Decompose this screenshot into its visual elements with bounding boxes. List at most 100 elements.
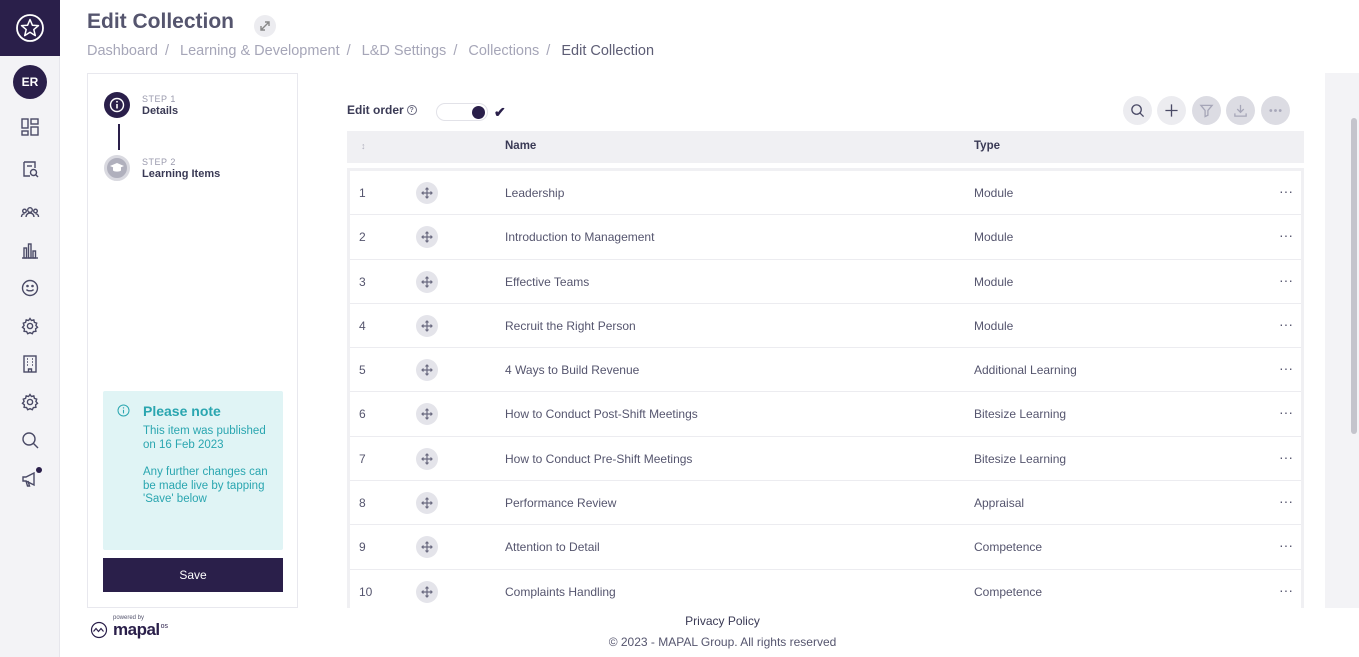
info-icon xyxy=(117,404,130,417)
dashboard-icon[interactable] xyxy=(18,115,42,139)
column-type[interactable]: Type xyxy=(974,140,1000,152)
step-details[interactable]: STEP 1 Details xyxy=(104,92,178,118)
copyright-text: © 2023 - MAPAL Group. All rights reserve… xyxy=(608,635,837,649)
row-more-icon[interactable]: ··· xyxy=(1279,316,1293,332)
notification-dot xyxy=(36,467,42,473)
drag-handle-icon[interactable] xyxy=(416,226,438,249)
drag-handle-icon[interactable] xyxy=(416,447,438,470)
row-number: 5 xyxy=(359,363,366,378)
filter-button[interactable] xyxy=(1192,96,1221,125)
row-more-icon[interactable]: ··· xyxy=(1279,360,1293,376)
row-type: Module xyxy=(974,186,1014,200)
table-row[interactable]: 9 Attention to Detail Competence ··· xyxy=(350,525,1301,570)
row-name: How to Conduct Pre-Shift Meetings xyxy=(505,451,693,466)
graduation-cap-icon xyxy=(104,155,130,181)
note-title: Please note xyxy=(143,403,221,419)
drag-handle-icon[interactable] xyxy=(416,580,438,603)
table-row[interactable]: 8 Performance Review Appraisal ··· xyxy=(350,481,1301,526)
row-name: Introduction to Management xyxy=(505,230,655,245)
sort-icon[interactable]: ↕ xyxy=(361,141,366,151)
table-row[interactable]: 2 Introduction to Management Module ··· xyxy=(350,215,1301,260)
row-number: 9 xyxy=(359,540,366,555)
table-row[interactable]: 6 How to Conduct Post-Shift Meetings Bites… xyxy=(350,392,1301,437)
table-row[interactable]: 7 How to Conduct Pre-Shift Meetings Bitesi… xyxy=(350,436,1301,482)
search-button[interactable] xyxy=(1123,96,1152,125)
row-type: Module xyxy=(974,230,1014,245)
table-row[interactable]: 5 4 Ways to Build Revenue Additional Learn… xyxy=(350,348,1301,393)
table-row[interactable]: 10 Complaints Handling Competence ··· xyxy=(350,569,1301,608)
row-more-icon[interactable]: ··· xyxy=(1279,183,1293,199)
row-number: 8 xyxy=(359,496,366,511)
drag-handle-icon[interactable] xyxy=(416,403,438,426)
search-icon[interactable] xyxy=(18,428,42,452)
publish-note: Please note This item was published on 1… xyxy=(103,391,283,550)
row-type: Appraisal xyxy=(974,496,1025,511)
edit-order-text: Edit order xyxy=(347,103,404,117)
chart-icon[interactable] xyxy=(18,238,42,262)
column-name[interactable]: Name xyxy=(505,140,536,152)
expand-icon xyxy=(260,21,270,31)
row-name: Performance Review xyxy=(505,496,617,511)
save-button[interactable]: Save xyxy=(103,558,283,592)
row-name: Effective Teams xyxy=(505,274,590,289)
expand-button[interactable] xyxy=(254,15,276,37)
row-more-icon[interactable]: ··· xyxy=(1279,537,1293,553)
check-icon: ✔ xyxy=(494,104,506,120)
scrollbar-thumb[interactable] xyxy=(1351,118,1357,434)
filter-icon xyxy=(1199,104,1214,118)
breadcrumb-collections[interactable]: Collections xyxy=(468,43,539,59)
row-more-icon[interactable]: ··· xyxy=(1279,404,1293,420)
add-button[interactable] xyxy=(1157,96,1186,125)
drag-handle-icon[interactable] xyxy=(416,314,438,337)
smile-icon[interactable] xyxy=(18,276,42,300)
help-icon[interactable]: ? xyxy=(406,105,417,115)
step-connector xyxy=(118,124,120,150)
breadcrumb-learning-development[interactable]: Learning & Development xyxy=(180,43,340,59)
megaphone-icon[interactable] xyxy=(18,467,42,491)
step-number: STEP 2 xyxy=(142,157,176,167)
step-learning-items[interactable]: STEP 2 Learning Items xyxy=(104,155,220,181)
row-more-icon[interactable]: ··· xyxy=(1279,449,1293,465)
drag-handle-icon[interactable] xyxy=(416,182,438,204)
breadcrumb-current: Edit Collection xyxy=(561,43,655,59)
note-changes-text: Any further changes can be made live by … xyxy=(143,466,268,505)
user-avatar[interactable]: ER xyxy=(13,65,47,99)
people-icon[interactable] xyxy=(18,200,42,224)
table-row[interactable]: 4 Recruit the Right Person Module ··· xyxy=(350,303,1301,349)
row-more-icon[interactable]: ··· xyxy=(1279,227,1293,243)
download-icon xyxy=(1234,104,1247,117)
settings-icon[interactable] xyxy=(18,314,42,338)
row-type: Bitesize Learning xyxy=(974,451,1067,466)
row-number: 7 xyxy=(359,451,366,466)
drag-handle-icon[interactable] xyxy=(416,359,438,382)
page-title: Edit Collection xyxy=(87,10,234,33)
search-document-icon[interactable] xyxy=(18,157,42,181)
row-number: 10 xyxy=(359,584,373,599)
breadcrumb-ld-settings[interactable]: L&D Settings xyxy=(362,43,447,59)
settings-icon[interactable] xyxy=(18,390,42,414)
search-icon xyxy=(1131,104,1145,118)
building-icon[interactable] xyxy=(18,352,42,376)
row-more-icon[interactable]: ··· xyxy=(1279,493,1293,509)
drag-handle-icon[interactable] xyxy=(416,270,438,293)
row-name: Recruit the Right Person xyxy=(505,318,636,333)
app-logo[interactable] xyxy=(0,0,60,56)
drag-handle-icon[interactable] xyxy=(416,536,438,559)
row-name: How to Conduct Post-Shift Meetings xyxy=(505,407,698,422)
row-type: Bitesize Learning xyxy=(974,407,1067,422)
breadcrumb-dashboard[interactable]: Dashboard xyxy=(87,43,158,59)
privacy-policy-link[interactable]: Privacy Policy xyxy=(0,614,1359,628)
table-header: ↕ Name Type xyxy=(347,131,1304,163)
edit-order-toggle[interactable] xyxy=(436,103,488,121)
row-more-icon[interactable]: ··· xyxy=(1279,582,1293,598)
drag-handle-icon[interactable] xyxy=(416,492,438,515)
row-more-icon[interactable]: ··· xyxy=(1279,272,1293,288)
table-row[interactable]: 3 Effective Teams Module ··· xyxy=(350,259,1301,304)
table-row[interactable]: 1 Leadership Module ··· xyxy=(350,171,1301,216)
row-type: Module xyxy=(974,274,1014,289)
row-number: 1 xyxy=(359,186,366,200)
download-button[interactable] xyxy=(1226,96,1255,125)
step-label: Details xyxy=(142,105,179,117)
more-options-button[interactable] xyxy=(1261,96,1290,125)
star-logo-icon xyxy=(16,14,44,42)
